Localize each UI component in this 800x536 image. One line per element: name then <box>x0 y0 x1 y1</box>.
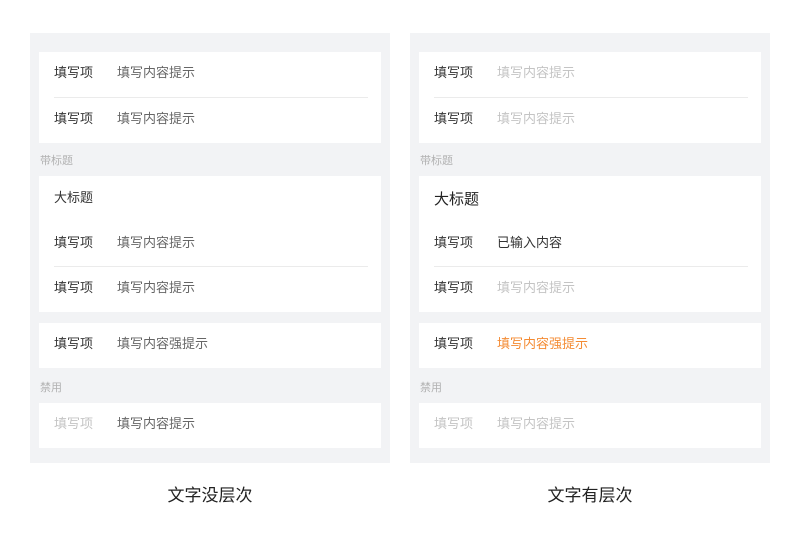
form-row[interactable]: 填写项 填写内容提示 <box>39 267 381 311</box>
card-title: 大标题 <box>434 190 480 208</box>
form-row-disabled: 填写项 填写内容提示 <box>419 403 761 447</box>
section-title: 带标题 <box>40 154 73 167</box>
field-input-disabled: 填写内容提示 <box>117 417 196 432</box>
field-input[interactable]: 填写内容提示 <box>117 98 195 142</box>
field-input[interactable]: 填写内容提示 <box>117 222 195 266</box>
form-card: 填写项 填写内容提示 填写项 填写内容提示 <box>39 52 381 143</box>
field-label: 填写项 <box>54 337 94 352</box>
field-input-disabled: 填写内容提示 <box>497 417 576 432</box>
caption-right: 文字有层次 <box>547 486 633 506</box>
field-input[interactable]: 填写内容提示 <box>117 267 195 311</box>
field-label: 填写项 <box>54 236 94 251</box>
field-label: 填写项 <box>434 417 474 432</box>
section-title: 禁用 <box>420 381 442 394</box>
form-card: 填写项 填写内容强提示 <box>39 323 381 368</box>
field-input[interactable]: 填写内容提示 <box>497 52 575 96</box>
form-card-disabled: 填写项 填写内容提示 <box>419 403 761 448</box>
field-label: 填写项 <box>54 281 94 296</box>
form-row[interactable]: 填写项 填写内容提示 <box>419 267 761 311</box>
field-input-strong-hint[interactable]: 填写内容强提示 <box>117 323 208 367</box>
form-row-disabled: 填写项 填写内容提示 <box>39 403 381 447</box>
form-card: 填写项 填写内容提示 填写项 填写内容提示 <box>419 52 761 143</box>
field-label: 填写项 <box>434 66 474 81</box>
section-title: 禁用 <box>40 381 62 394</box>
field-input[interactable]: 填写内容提示 <box>497 267 575 311</box>
section-title: 带标题 <box>420 154 453 167</box>
field-input-strong-hint[interactable]: 填写内容强提示 <box>497 323 588 367</box>
form-row[interactable]: 填写项 填写内容提示 <box>419 52 761 96</box>
field-label: 填写项 <box>434 281 474 296</box>
form-row[interactable]: 填写项 已输入内容 <box>419 222 761 266</box>
field-input[interactable]: 已输入内容 <box>497 222 562 266</box>
form-row[interactable]: 填写项 填写内容提示 <box>419 98 761 142</box>
caption-left: 文字没层次 <box>167 486 253 506</box>
field-label: 填写项 <box>54 112 94 127</box>
field-input[interactable]: 填写内容提示 <box>497 98 575 142</box>
form-row[interactable]: 填写项 填写内容提示 <box>39 222 381 266</box>
field-input[interactable]: 填写内容提示 <box>117 52 195 96</box>
field-label: 填写项 <box>54 417 94 432</box>
form-row[interactable]: 填写项 填写内容提示 <box>39 52 381 96</box>
form-card-with-title: 大标题 填写项 已输入内容 填写项 填写内容提示 <box>419 176 761 312</box>
form-row[interactable]: 填写项 填写内容提示 <box>39 98 381 142</box>
form-card-with-title: 大标题 填写项 填写内容提示 填写项 填写内容提示 <box>39 176 381 312</box>
card-title: 大标题 <box>54 191 94 206</box>
field-label: 填写项 <box>434 337 474 352</box>
field-label: 填写项 <box>434 112 474 127</box>
left-form-panel: 填写项 填写内容提示 填写项 填写内容提示 带标题 大标题 填写项 填写内容提示… <box>30 33 390 463</box>
form-card-disabled: 填写项 填写内容提示 <box>39 403 381 448</box>
field-label: 填写项 <box>54 66 94 81</box>
form-row[interactable]: 填写项 填写内容强提示 <box>39 323 381 367</box>
form-card: 填写项 填写内容强提示 <box>419 323 761 368</box>
field-label: 填写项 <box>434 236 474 251</box>
form-row[interactable]: 填写项 填写内容强提示 <box>419 323 761 367</box>
right-form-panel: 填写项 填写内容提示 填写项 填写内容提示 带标题 大标题 填写项 已输入内容 … <box>410 33 770 463</box>
